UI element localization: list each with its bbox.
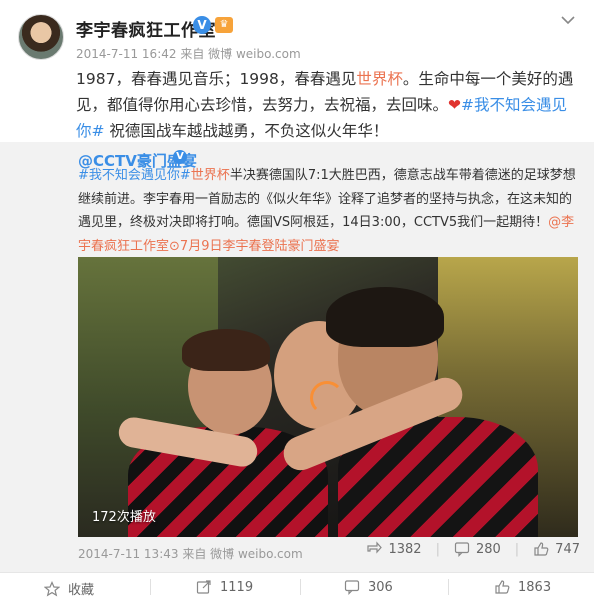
member-badge-icon: ♛: [215, 17, 233, 33]
verified-badge-icon: V: [193, 16, 211, 34]
avatar[interactable]: [18, 14, 64, 60]
comment-count: 280: [475, 541, 501, 557]
video-link-icon: ⊙: [169, 238, 180, 254]
post-header: 李宇春疯狂工作室 V ♛ 2014-7-11 16:42 来自 微博 weibo…: [0, 0, 594, 64]
video-view-count: 172次播放: [92, 510, 156, 525]
forward-icon: [367, 541, 383, 554]
repost-meta: 2014-7-11 13:43 来自 微博 weibo.com: [78, 547, 303, 561]
repost-body: #我不知会遇见你#世界杯半决赛德国队7:1大胜巴西，德意志战车带着德迷的足球梦想…: [78, 164, 580, 258]
like-total: 1863: [518, 579, 552, 595]
post-meta: 2014-7-11 16:42 来自 微博 weibo.com: [76, 47, 301, 61]
favorite-button[interactable]: 收藏: [44, 579, 94, 598]
repost-hashtag-link[interactable]: #我不知会遇见你#: [78, 168, 191, 183]
divider: |: [514, 541, 520, 557]
video-title-link[interactable]: 7月9日李宇春登陆豪门盛宴: [180, 239, 340, 254]
forward-count: 1382: [388, 541, 422, 557]
world-cup-link[interactable]: 世界杯: [356, 70, 403, 88]
repost-forward-button[interactable]: 1382: [366, 541, 422, 557]
divider: [448, 579, 449, 595]
thumbs-up-icon: [495, 580, 510, 594]
comment-icon: [344, 580, 360, 595]
divider: [150, 579, 151, 595]
repost-comment-button[interactable]: 280: [454, 541, 501, 557]
action-bar: 收藏 1119 306 1863: [0, 572, 594, 599]
thumbs-up-icon: [534, 542, 549, 556]
post-body: 1987，春春遇见音乐；1998，春春遇见世界杯。生命中每一个美好的遇见，都值得…: [76, 66, 576, 144]
video-frame: [326, 287, 444, 347]
repost-verified-icon: V: [173, 150, 187, 164]
video-frame: [182, 329, 270, 371]
repost-stats: 1382 | 280 | 747: [366, 541, 580, 557]
chevron-down-icon[interactable]: [560, 14, 576, 26]
like-count: 747: [555, 541, 580, 557]
comment-total: 306: [368, 579, 393, 595]
forward-total: 1119: [220, 579, 254, 595]
divider: [300, 579, 301, 595]
forward-button[interactable]: 1119: [196, 579, 253, 595]
loading-spinner-icon: [310, 381, 344, 415]
comment-button[interactable]: 306: [344, 579, 393, 595]
post-text-1: 1987，春春遇见音乐；1998，春春遇见: [76, 70, 357, 88]
favorite-label: 收藏: [68, 583, 95, 598]
video-player[interactable]: 172次播放: [78, 257, 578, 537]
forward-icon: [196, 580, 211, 594]
divider: |: [435, 541, 440, 557]
comment-icon: [454, 542, 470, 557]
heart-icon: ❤: [448, 96, 462, 114]
repost-world-cup-link[interactable]: 世界杯: [191, 168, 230, 183]
repost-like-button[interactable]: 747: [533, 541, 580, 557]
post-text-3: 祝德国战车越战越勇，不负这似火年华！: [104, 122, 389, 140]
star-icon: [44, 580, 60, 596]
like-button[interactable]: 1863: [494, 579, 551, 595]
